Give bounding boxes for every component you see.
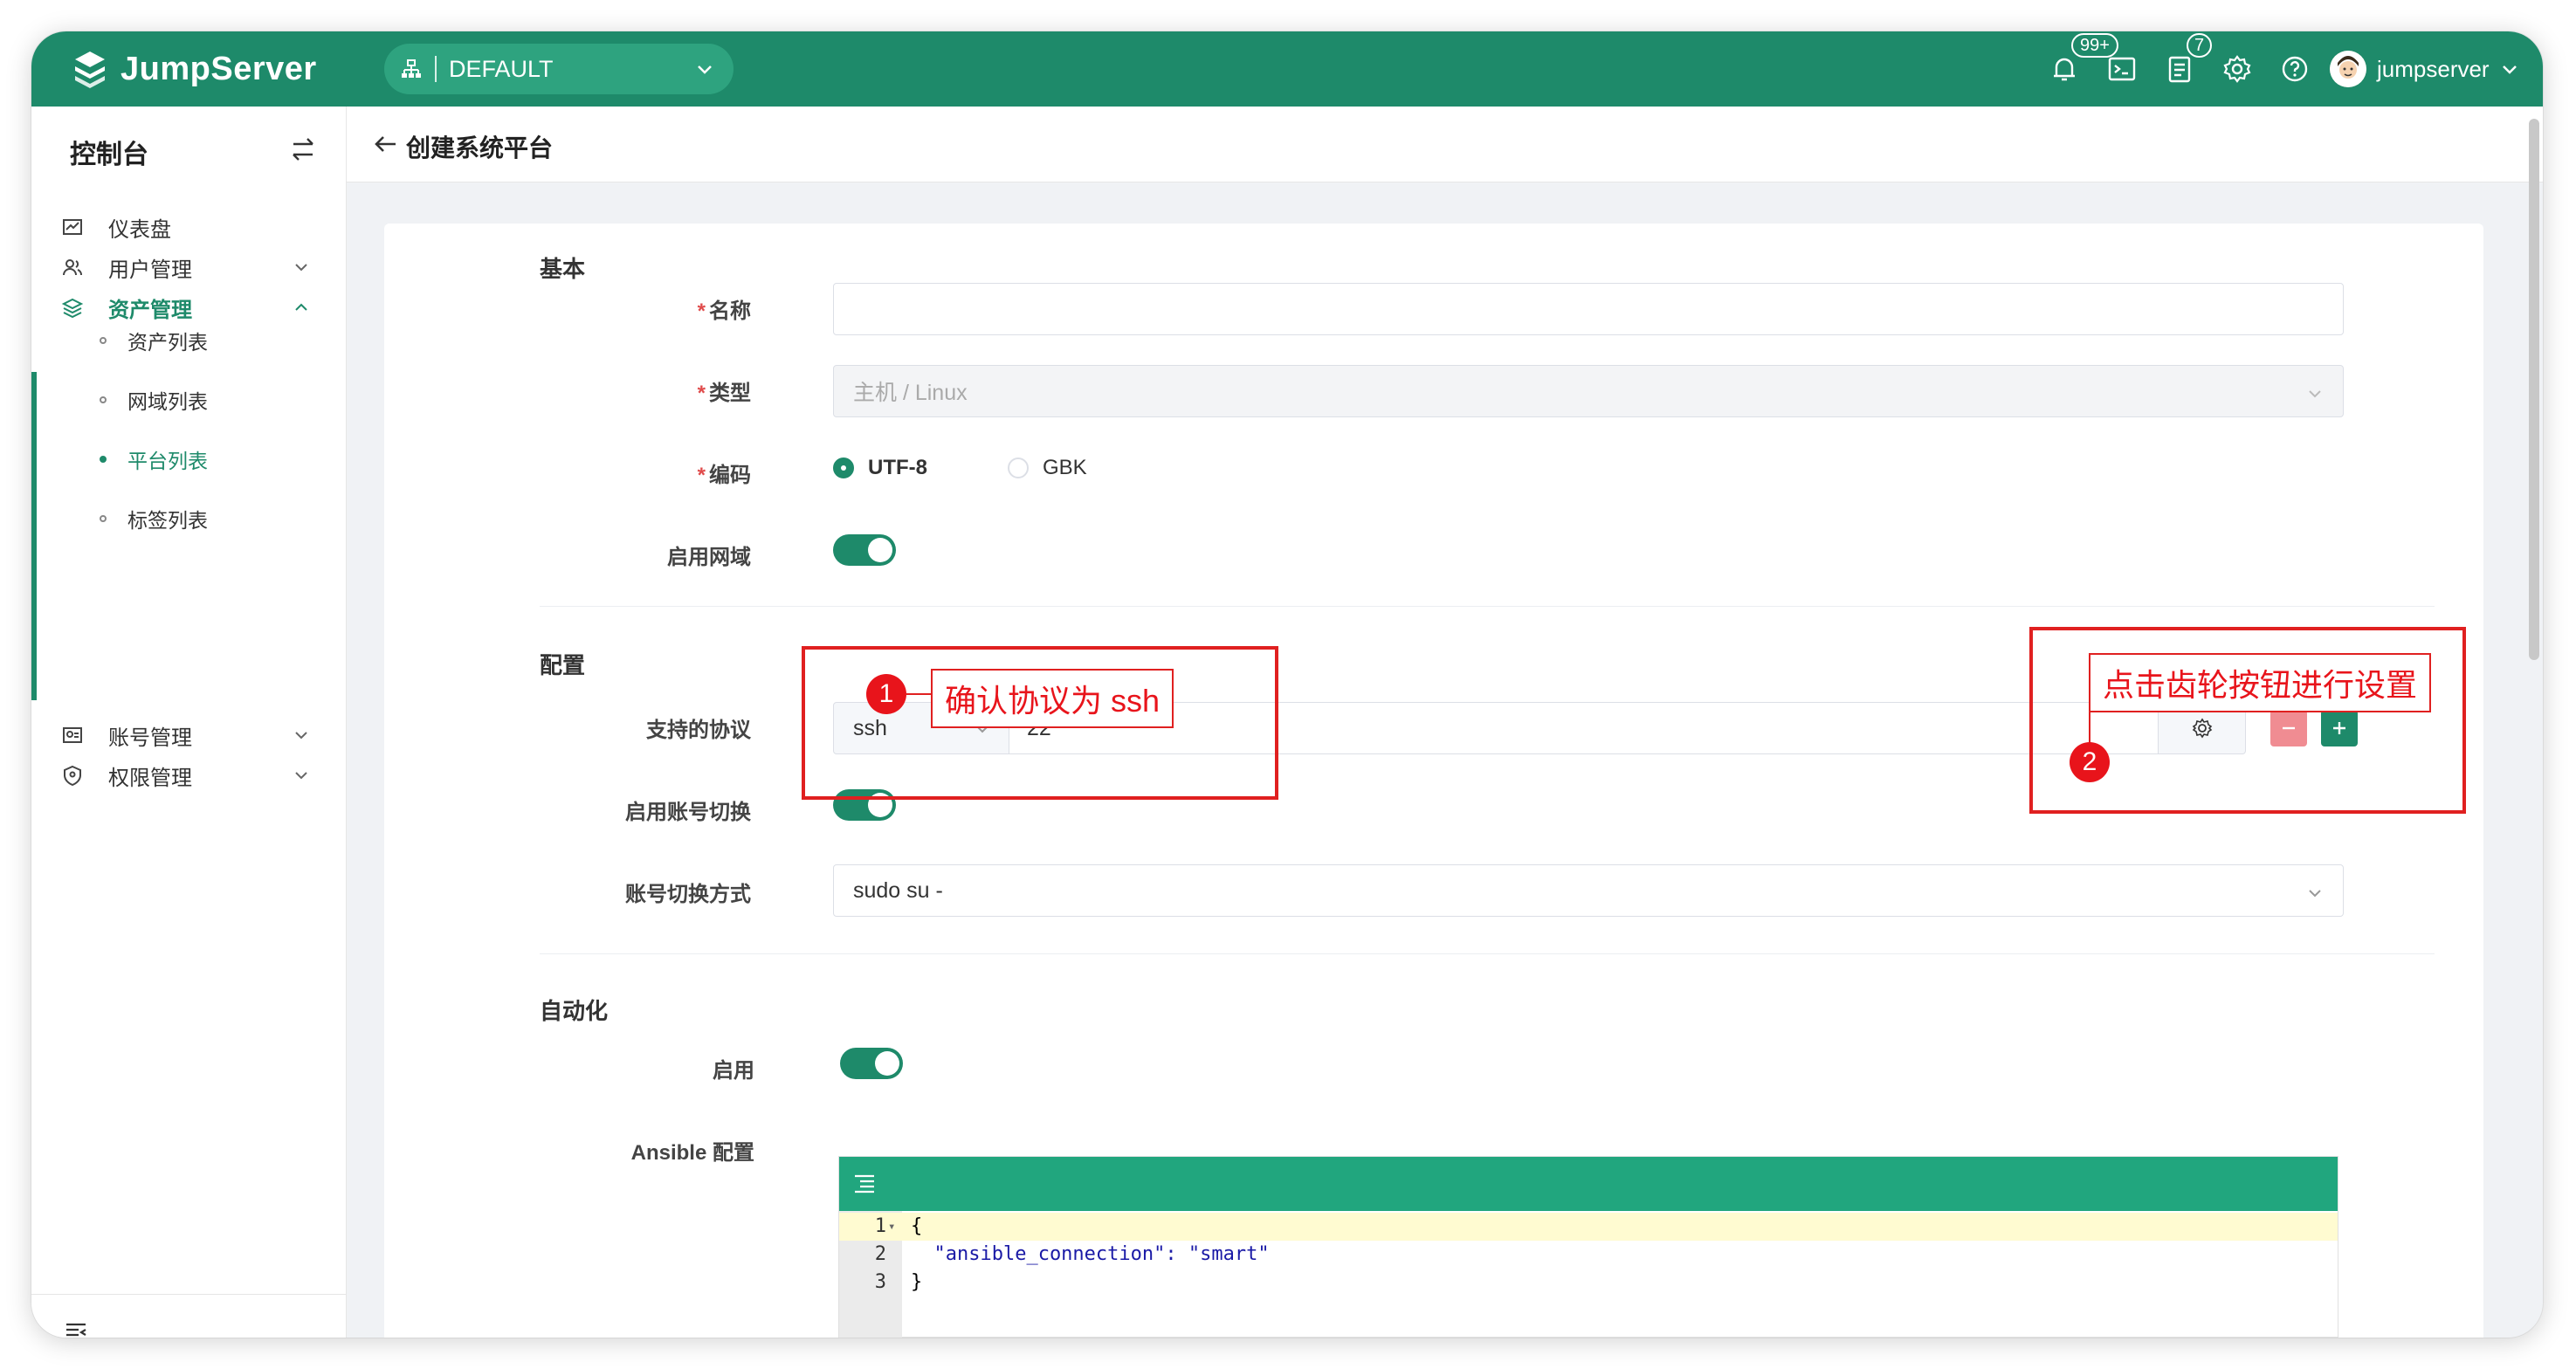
tasks-badge: 7 xyxy=(2187,33,2213,58)
annotation-label: 点击齿轮按钮进行设置 xyxy=(2089,653,2432,712)
charset-radio-utf8[interactable]: UTF-8 xyxy=(833,456,927,480)
radio-checked-icon xyxy=(833,457,854,478)
sidebar-item-label: 权限管理 xyxy=(108,766,192,790)
ansible-label: Ansible 配置 xyxy=(630,1141,754,1165)
sidebar-subitem-label: 网域列表 xyxy=(127,390,208,413)
app-name: JumpServer xyxy=(121,50,317,87)
sidebar-subitem-label: 标签列表 xyxy=(127,509,208,532)
sidebar-subitem-domain-list[interactable]: 网域列表 xyxy=(31,375,346,424)
user-menu[interactable]: jumpserver xyxy=(2330,44,2519,94)
chevron-down-icon xyxy=(295,264,307,272)
charset-label: * 编码 xyxy=(697,464,751,487)
avatar xyxy=(2330,51,2366,87)
org-selector[interactable]: DEFAULT xyxy=(384,44,734,94)
chevron-up-icon xyxy=(295,303,307,311)
page-header: 创建系统平台 xyxy=(347,107,2543,182)
annotation-connector xyxy=(906,693,931,695)
top-navbar: JumpServer DEFAULT 99+ 7 jumpserver xyxy=(31,31,2543,107)
sidebar-subitem-label-list[interactable]: 标签列表 xyxy=(31,494,346,543)
name-label: * 名称 xyxy=(697,299,751,323)
help-icon[interactable] xyxy=(2279,53,2311,85)
automation-toggle[interactable] xyxy=(840,1048,903,1079)
su-label: 启用账号切换 xyxy=(625,801,751,824)
type-label: * 类型 xyxy=(697,382,751,405)
editor-toolbar xyxy=(839,1157,2338,1211)
section-divider xyxy=(540,606,2435,607)
required-mark: * xyxy=(697,299,706,323)
required-mark: * xyxy=(697,382,706,405)
sidebar-item-label: 用户管理 xyxy=(108,258,192,282)
org-name: DEFAULT xyxy=(449,55,554,82)
chevron-down-icon xyxy=(295,732,307,740)
collapse-sidebar-icon[interactable] xyxy=(63,1318,89,1338)
su-method-select[interactable]: sudo su - xyxy=(833,864,2344,917)
sidebar-subitem-asset-list[interactable]: 资产列表 xyxy=(31,316,346,365)
sidebar-title: 控制台 xyxy=(70,141,148,169)
gear-icon[interactable] xyxy=(2221,53,2253,85)
domain-toggle[interactable] xyxy=(833,534,896,566)
domain-label: 启用网域 xyxy=(667,546,751,569)
bullet-icon xyxy=(100,515,107,522)
jumpserver-logo-icon xyxy=(75,52,105,88)
type-value: 主机 / Linux xyxy=(853,381,968,405)
radio-label: GBK xyxy=(1043,456,1087,479)
sidebar-item-label: 仪表盘 xyxy=(108,217,171,242)
annotation-number: 1 xyxy=(866,674,906,714)
protocols-label: 支持的协议 xyxy=(646,719,751,742)
shield-icon xyxy=(64,765,81,787)
sidebar-divider xyxy=(31,1294,346,1295)
chevron-down-icon xyxy=(2309,890,2321,898)
logo[interactable]: JumpServer xyxy=(70,45,317,93)
ansible-code-editor[interactable]: 1 ▾ { 2 "ansible_connection": "smart" 3 … xyxy=(838,1156,2338,1338)
automation-enable-label: 启用 xyxy=(713,1059,754,1083)
required-mark: * xyxy=(697,464,706,487)
page-scrollbar[interactable] xyxy=(2529,119,2539,660)
sidebar-item-permissions[interactable]: 权限管理 xyxy=(31,747,346,803)
org-separator xyxy=(435,56,437,82)
app-window: JumpServer DEFAULT 99+ 7 jumpserver 控制台 … xyxy=(31,31,2543,1338)
username: jumpserver xyxy=(2377,55,2490,82)
chevron-down-icon xyxy=(2309,390,2321,398)
charset-radio-gbk[interactable]: GBK xyxy=(1008,456,1087,480)
name-input[interactable] xyxy=(833,283,2344,335)
account-icon xyxy=(63,727,82,743)
section-title-basic: 基本 xyxy=(540,256,586,282)
sidebar-subitem-label: 资产列表 xyxy=(127,331,208,354)
chevron-down-icon xyxy=(698,65,712,74)
chevron-down-icon xyxy=(295,772,307,780)
section-divider xyxy=(540,953,2435,954)
dashboard-icon xyxy=(63,219,82,235)
bullet-icon xyxy=(100,396,107,403)
code-line: 3 } xyxy=(874,1271,923,1293)
format-code-icon[interactable] xyxy=(851,1171,878,1197)
sidebar-item-label: 账号管理 xyxy=(108,726,192,750)
sidebar: 控制台 仪表盘 用户管理 资产管理 资产列表 网域列表 平台列表 标签列表 账号… xyxy=(31,107,347,1338)
avatar-face-icon xyxy=(2330,51,2366,87)
bullet-icon xyxy=(100,337,107,344)
terminal-icon[interactable] xyxy=(2106,53,2138,85)
su-method-value: sudo su - xyxy=(853,877,943,903)
su-method-label: 账号切换方式 xyxy=(625,883,751,906)
page-title: 创建系统平台 xyxy=(406,134,554,162)
users-icon xyxy=(63,259,82,276)
fold-icon: ▾ xyxy=(888,1220,896,1234)
bell-icon[interactable] xyxy=(2049,53,2080,85)
bullet-icon xyxy=(100,456,107,463)
chevron-down-icon xyxy=(2502,65,2517,74)
type-select[interactable]: 主机 / Linux xyxy=(833,365,2344,417)
radio-unchecked-icon xyxy=(1008,457,1029,478)
code-line: 1 ▾ { xyxy=(839,1213,2338,1241)
org-icon xyxy=(402,59,421,78)
annotation-label: 确认协议为 ssh xyxy=(931,669,1174,728)
back-arrow-icon[interactable] xyxy=(371,129,401,159)
section-title-automation: 自动化 xyxy=(540,998,609,1024)
sidebar-subitem-platform-list[interactable]: 平台列表 xyxy=(31,435,346,484)
switch-view-icon[interactable] xyxy=(288,134,318,164)
annotation-number: 2 xyxy=(2070,742,2110,782)
tasks-icon[interactable] xyxy=(2164,53,2195,85)
section-title-config: 配置 xyxy=(540,652,586,678)
code-line: 2 "ansible_connection": "smart" xyxy=(874,1243,1270,1265)
radio-label: UTF-8 xyxy=(868,456,927,479)
sidebar-subitem-label: 平台列表 xyxy=(127,450,208,472)
